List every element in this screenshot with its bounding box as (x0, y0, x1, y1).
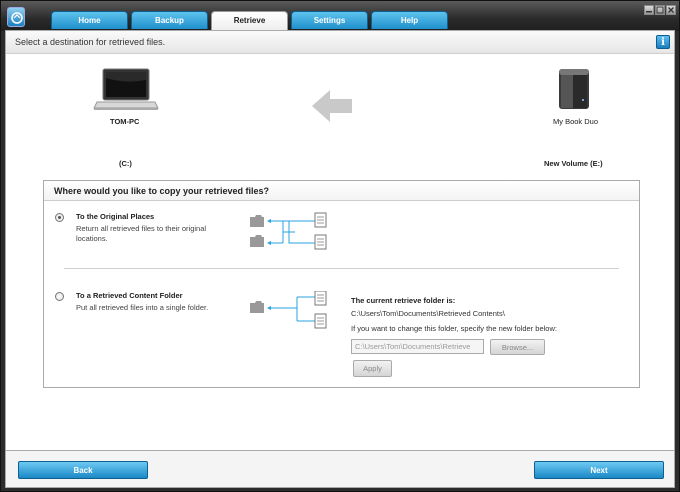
current-folder-label: The current retrieve folder is: (351, 296, 456, 305)
close-button[interactable] (666, 5, 676, 15)
source-volume: (C:) (119, 159, 132, 168)
destination-device-name: My Book Duo (553, 117, 599, 126)
tab-backup[interactable]: Backup (131, 11, 208, 29)
original-places-title: To the Original Places (76, 212, 155, 221)
maximize-button[interactable] (655, 5, 665, 15)
original-places-diagram-icon (250, 212, 327, 250)
back-button[interactable]: Back (18, 461, 148, 479)
arrow-left-icon (310, 88, 354, 126)
option-divider (64, 268, 619, 269)
source-device-name: TOM-PC (110, 117, 140, 126)
tab-settings[interactable]: Settings (291, 11, 368, 29)
change-folder-hint: If you want to change this folder, speci… (351, 324, 557, 333)
original-places-radio[interactable] (55, 213, 64, 222)
panel-title: Where would you like to copy your retrie… (44, 181, 639, 201)
apply-button[interactable]: Apply (353, 360, 392, 377)
destination-volume: New Volume (E:) (544, 159, 603, 168)
retrieved-folder-radio[interactable] (55, 292, 64, 301)
tab-home[interactable]: Home (51, 11, 128, 29)
instruction-bar: Select a destination for retrieved files… (6, 31, 674, 54)
minimize-button[interactable] (644, 5, 654, 15)
external-drive-icon (556, 65, 592, 115)
info-icon[interactable]: i (656, 35, 670, 49)
app-window: Home Backup Retrieve Settings Help Selec… (0, 0, 680, 492)
tab-retrieve[interactable]: Retrieve (211, 11, 288, 30)
instruction-text: Select a destination for retrieved files… (15, 37, 166, 47)
copy-options-panel: Where would you like to copy your retrie… (43, 180, 640, 388)
folder-path-input[interactable] (351, 339, 484, 354)
title-bar: Home Backup Retrieve Settings Help (1, 1, 679, 31)
laptop-icon (93, 68, 159, 114)
next-button[interactable]: Next (534, 461, 664, 479)
tab-help[interactable]: Help (371, 11, 448, 29)
navigation-bar: Back Next (5, 451, 675, 488)
main-content: Select a destination for retrieved files… (5, 30, 675, 451)
original-places-description: Return all retrieved files to their orig… (76, 224, 207, 243)
current-folder-path: C:\Users\Tom\Documents\Retrieved Content… (351, 309, 505, 318)
retrieved-folder-diagram-icon (250, 291, 327, 329)
browse-button[interactable]: Browse... (490, 339, 545, 355)
retrieved-folder-description: Put all retrieved files into a single fo… (76, 303, 209, 312)
retrieved-folder-title: To a Retrieved Content Folder (76, 291, 183, 300)
wd-logo-icon (7, 7, 25, 27)
